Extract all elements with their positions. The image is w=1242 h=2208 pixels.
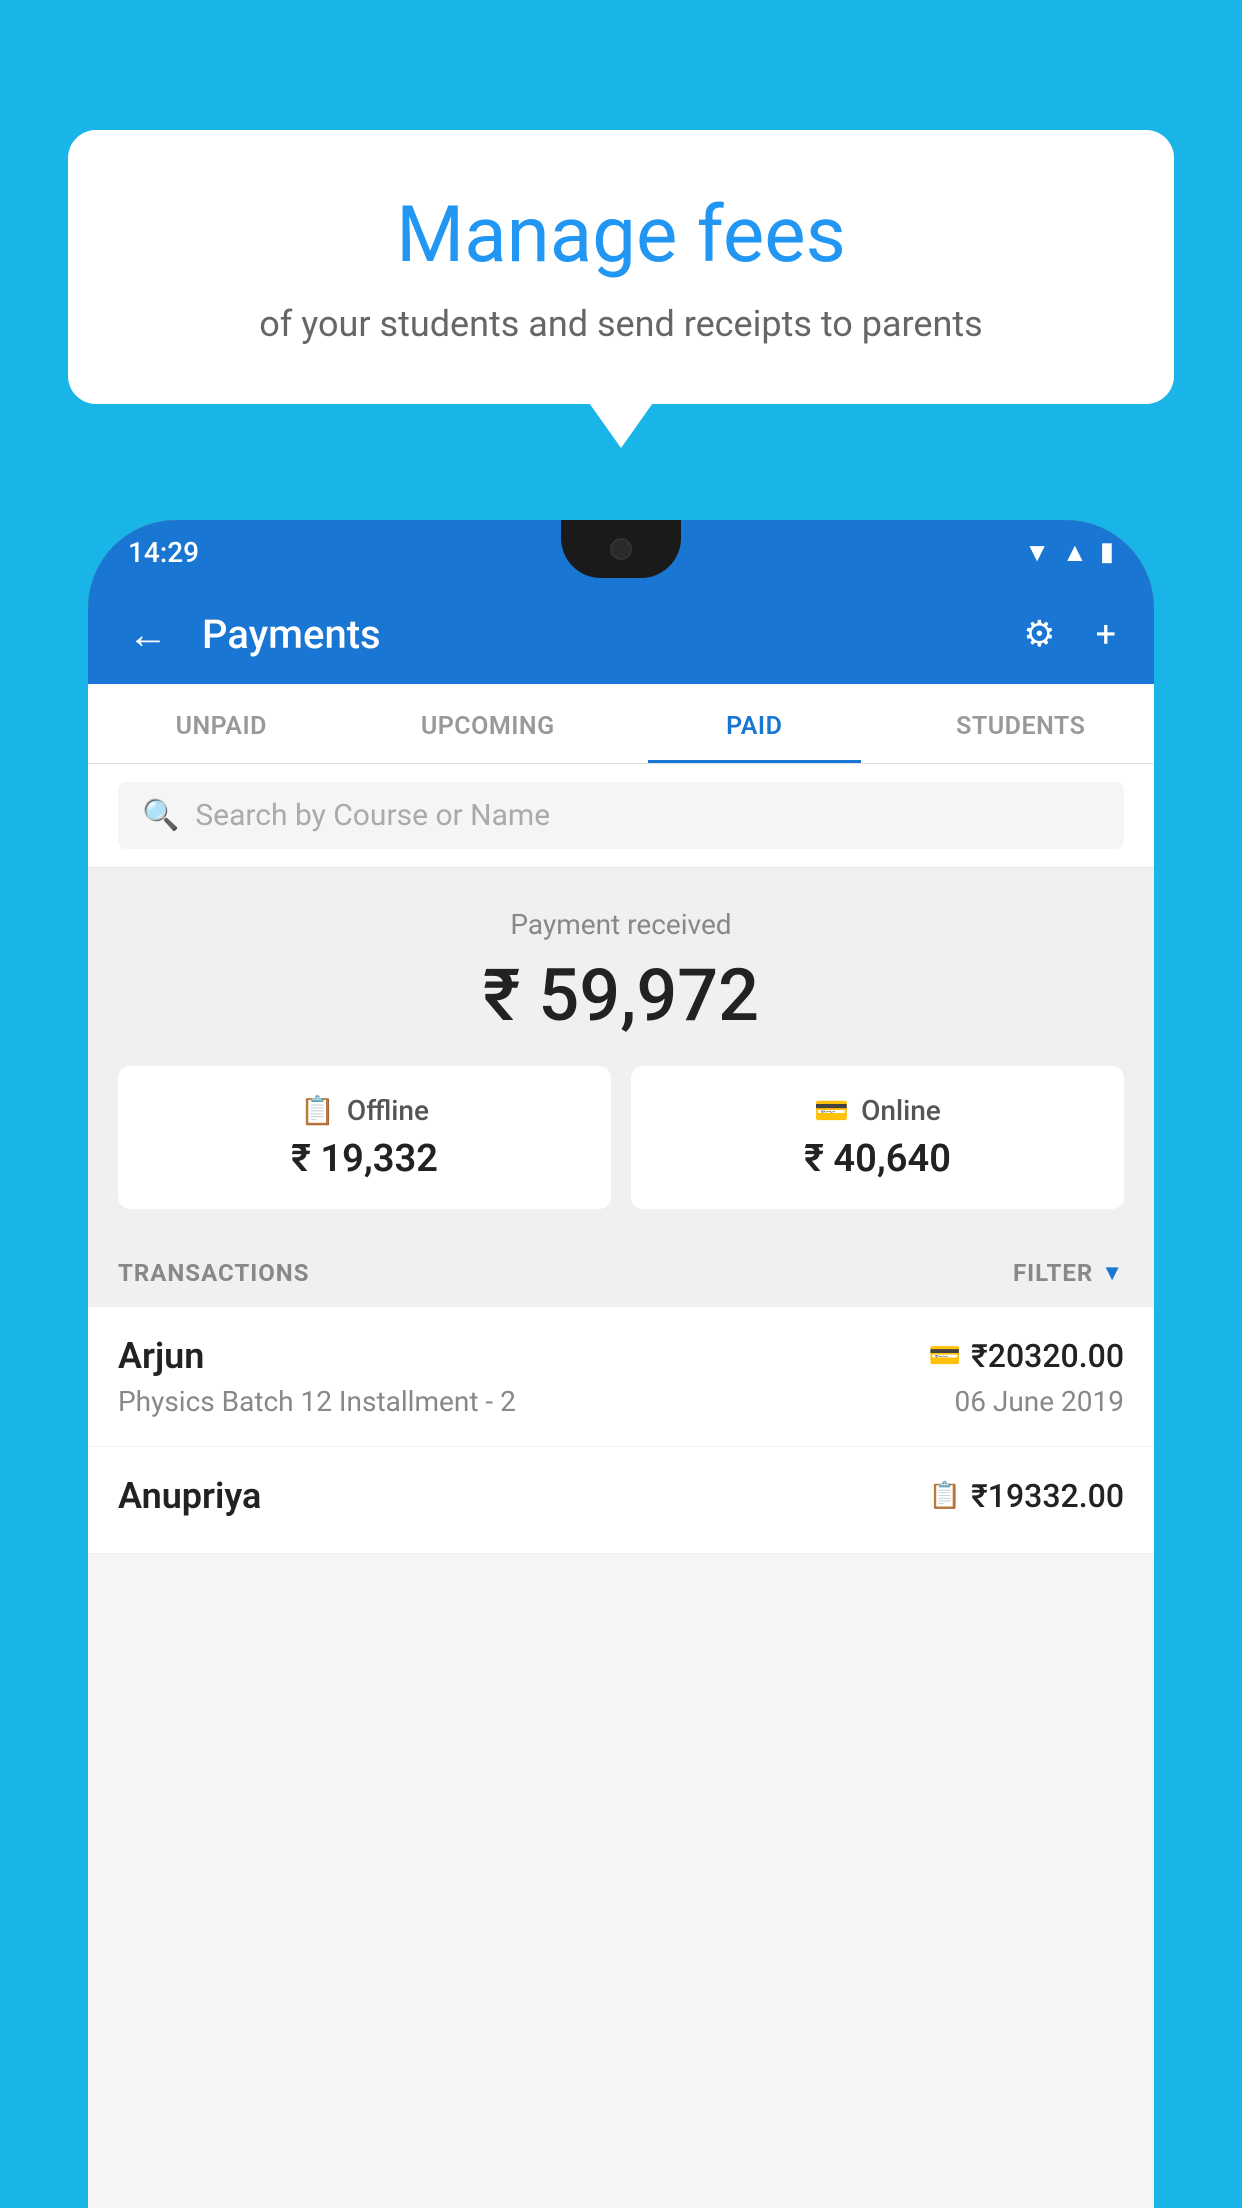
transaction-date: 06 June 2019 [954,1385,1124,1418]
filter-icon: ▼ [1101,1260,1124,1286]
transactions-label: TRANSACTIONS [118,1259,310,1287]
transaction-name: Arjun [118,1335,204,1377]
speech-bubble: Manage fees of your students and send re… [68,130,1174,404]
offline-card: 📋 Offline ₹ 19,332 [118,1066,611,1209]
phone-screen: 14:29 ▼ ▲ ▮ ← Payments ⚙ + UNPAID [88,520,1154,2208]
header-title: Payments [202,611,991,658]
tab-students[interactable]: STUDENTS [888,684,1155,763]
table-row[interactable]: Arjun 💳 ₹20320.00 Physics Batch 12 Insta… [88,1307,1154,1447]
transaction-course: Physics Batch 12 Installment - 2 [118,1385,516,1418]
payment-cards: 📋 Offline ₹ 19,332 💳 Online ₹ 40,640 [118,1066,1124,1209]
offline-icon: 📋 [300,1094,335,1127]
phone-frame: 14:29 ▼ ▲ ▮ ← Payments ⚙ + UNPAID [88,520,1154,2208]
online-amount: ₹ 40,640 [651,1137,1104,1181]
offline-card-header: 📋 Offline [138,1094,591,1127]
transaction-top: Arjun 💳 ₹20320.00 [118,1335,1124,1377]
search-bar-container: 🔍 Search by Course or Name [88,764,1154,868]
signal-icon: ▲ [1062,537,1088,568]
online-card-header: 💳 Online [651,1094,1104,1127]
filter-label: FILTER [1013,1259,1093,1287]
tab-unpaid[interactable]: UNPAID [88,684,355,763]
bubble-subtitle: of your students and send receipts to pa… [128,299,1114,349]
bubble-title: Manage fees [128,190,1114,281]
payment-received-section: Payment received ₹ 59,972 📋 Offline ₹ 19… [88,868,1154,1239]
transaction-name: Anupriya [118,1475,261,1517]
notch [561,520,681,578]
transaction-amount: ₹19332.00 [971,1477,1124,1515]
payment-received-label: Payment received [118,908,1124,941]
table-row[interactable]: Anupriya 📋 ₹19332.00 [88,1447,1154,1554]
search-input-wrap[interactable]: 🔍 Search by Course or Name [118,782,1124,849]
cash-payment-icon: 📋 [929,1481,961,1511]
search-icon: 🔍 [142,798,179,833]
online-card: 💳 Online ₹ 40,640 [631,1066,1124,1209]
transaction-top: Anupriya 📋 ₹19332.00 [118,1475,1124,1517]
settings-button[interactable]: ⚙ [1015,605,1063,663]
content-area: 🔍 Search by Course or Name Payment recei… [88,764,1154,2208]
offline-amount: ₹ 19,332 [138,1137,591,1181]
battery-icon: ▮ [1100,537,1114,567]
online-label: Online [861,1094,941,1127]
offline-label: Offline [347,1094,429,1127]
status-icons: ▼ ▲ ▮ [1024,537,1114,568]
camera-dot [610,538,632,560]
transaction-bottom: Physics Batch 12 Installment - 2 06 June… [118,1385,1124,1418]
speech-bubble-container: Manage fees of your students and send re… [68,130,1174,404]
card-payment-icon: 💳 [929,1341,961,1371]
add-button[interactable]: + [1088,605,1124,663]
transactions-header: TRANSACTIONS FILTER ▼ [88,1239,1154,1307]
tab-paid[interactable]: PAID [621,684,888,763]
status-time: 14:29 [128,536,199,569]
filter-button[interactable]: FILTER ▼ [1013,1259,1124,1287]
transaction-amount-wrap: 💳 ₹20320.00 [929,1337,1124,1375]
header-icons: ⚙ + [1015,605,1124,663]
tabs-bar: UNPAID UPCOMING PAID STUDENTS [88,684,1154,764]
online-icon: 💳 [814,1094,849,1127]
search-input[interactable]: Search by Course or Name [195,798,550,833]
back-button[interactable]: ← [118,601,178,668]
wifi-icon: ▼ [1024,537,1050,568]
payment-total-amount: ₹ 59,972 [118,953,1124,1038]
app-header: ← Payments ⚙ + [88,584,1154,684]
transaction-amount: ₹20320.00 [971,1337,1124,1375]
status-bar: 14:29 ▼ ▲ ▮ [88,520,1154,584]
transaction-amount-wrap: 📋 ₹19332.00 [929,1477,1124,1515]
tab-upcoming[interactable]: UPCOMING [355,684,622,763]
